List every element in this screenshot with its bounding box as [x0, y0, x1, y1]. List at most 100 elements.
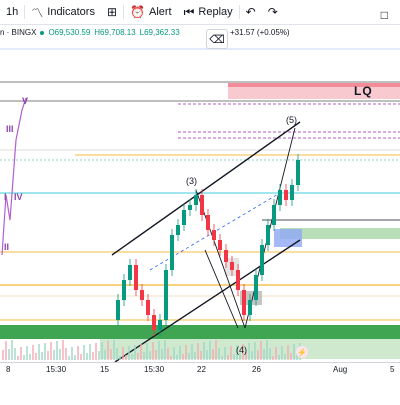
volume-bar — [137, 353, 139, 360]
redo-icon: ↷ — [267, 5, 278, 19]
layout-button[interactable]: ⊞ — [101, 0, 123, 24]
wave-3-label: (3) — [186, 176, 197, 186]
candle-body — [134, 265, 138, 290]
volume-bar — [47, 351, 49, 360]
alarm-clock-icon: ⏰ — [130, 5, 145, 19]
volume-bar — [155, 350, 157, 360]
candle-body — [242, 290, 246, 315]
lq-label: LQ — [354, 84, 373, 98]
volume-bar — [83, 345, 85, 360]
volume-bar — [38, 344, 40, 360]
volume-bar — [5, 341, 7, 360]
chart-area[interactable] — [0, 0, 400, 400]
volume-bar — [77, 346, 79, 360]
volume-bar — [269, 348, 271, 360]
volume-bar — [212, 349, 214, 360]
candle-body — [128, 265, 132, 280]
volume-bar — [116, 348, 118, 360]
volume-bar — [32, 345, 34, 360]
time-tick: 15 — [100, 365, 109, 374]
redo-button[interactable]: ↷ — [262, 0, 284, 24]
wave-4-label: (4) — [236, 345, 247, 355]
indicators-button[interactable]: 〽 Indicators — [25, 0, 101, 24]
square-icon: □ — [380, 8, 388, 22]
volume-bar — [149, 351, 151, 360]
status-dot — [40, 30, 45, 35]
time-axis[interactable]: 8 15:30 15 15:30 22 26 Aug 5 — [0, 362, 400, 377]
price-chart[interactable] — [0, 0, 400, 400]
candle-body — [218, 240, 222, 250]
volume-bar — [125, 355, 127, 360]
time-tick: 15:30 — [46, 365, 67, 374]
volume-bar — [107, 341, 109, 360]
volume-bar — [56, 341, 58, 360]
candle-body — [164, 270, 168, 320]
volume-bar — [200, 351, 202, 360]
volume-bar — [182, 354, 184, 360]
undo-button[interactable]: ↶ — [240, 0, 262, 24]
volume-bar — [29, 354, 31, 360]
candle-body — [176, 225, 180, 235]
purple-wave — [1, 97, 27, 256]
volume-bar — [101, 342, 103, 360]
volume-bar — [122, 347, 124, 360]
wave-roman-iii: III — [6, 124, 14, 134]
volume-bar — [158, 341, 160, 360]
demand-zone-bottom — [0, 325, 400, 339]
candle-body — [296, 160, 300, 185]
volume-bar — [17, 356, 19, 360]
interval-button[interactable]: 1h — [0, 0, 24, 24]
symbol-label[interactable]: n · BINGX — [0, 28, 36, 37]
candle-body — [122, 280, 126, 300]
wave-roman-i: I — [4, 192, 7, 202]
candle-body — [248, 300, 252, 315]
candle-body — [212, 230, 216, 240]
volume-bar — [167, 348, 169, 360]
alert-button[interactable]: ⏰ Alert — [124, 0, 178, 24]
volume-bar — [20, 347, 22, 360]
undo-icon: ↶ — [245, 5, 256, 19]
candle-body — [260, 245, 264, 275]
change-value: +31.57 (+0.05%) — [230, 28, 290, 37]
candle-body — [236, 270, 240, 290]
ohlc-legend: n · BINGX O69,530.59 H69,708.13 L69,362.… — [0, 28, 180, 37]
volume-bar — [119, 356, 121, 360]
volume-bar — [284, 354, 286, 360]
volume-bar — [164, 340, 166, 360]
volume-bar — [191, 344, 193, 360]
volume-bar — [23, 355, 25, 360]
open-value: O69,530.59 — [48, 28, 91, 37]
blue-box — [274, 229, 302, 247]
volume-bar — [113, 340, 115, 360]
candle-body — [272, 205, 276, 225]
candle-body — [140, 290, 144, 300]
volume-bar — [53, 350, 55, 360]
volume-bar — [206, 350, 208, 360]
layout-square-button[interactable]: □ — [375, 3, 394, 27]
time-tick: 8 — [6, 365, 11, 374]
volume-bar — [230, 346, 232, 360]
volume-bar — [179, 346, 181, 360]
wave-roman-iv: IV — [14, 192, 23, 202]
volume-bar — [248, 343, 250, 360]
replay-button[interactable]: ⏮ Replay — [178, 0, 239, 24]
volume-bar — [104, 350, 106, 360]
volume-bar — [215, 340, 217, 360]
eraser-button[interactable]: ⌫ — [206, 29, 228, 49]
volume-bar — [173, 347, 175, 360]
time-tick: 22 — [197, 365, 206, 374]
candle-body — [206, 215, 210, 230]
lightning-icon[interactable]: ⚡ — [296, 346, 308, 358]
volume-bar — [131, 354, 133, 360]
volume-bar — [176, 355, 178, 360]
volume-bar — [44, 343, 46, 360]
volume-bar — [218, 348, 220, 360]
volume-bar — [293, 344, 295, 360]
volume-bar — [89, 344, 91, 360]
volume-bar — [86, 353, 88, 360]
volume-bar — [278, 355, 280, 360]
candle-body — [152, 315, 156, 330]
volume-bar — [170, 356, 172, 360]
volume-bar — [281, 346, 283, 360]
volume-bar — [272, 356, 274, 360]
